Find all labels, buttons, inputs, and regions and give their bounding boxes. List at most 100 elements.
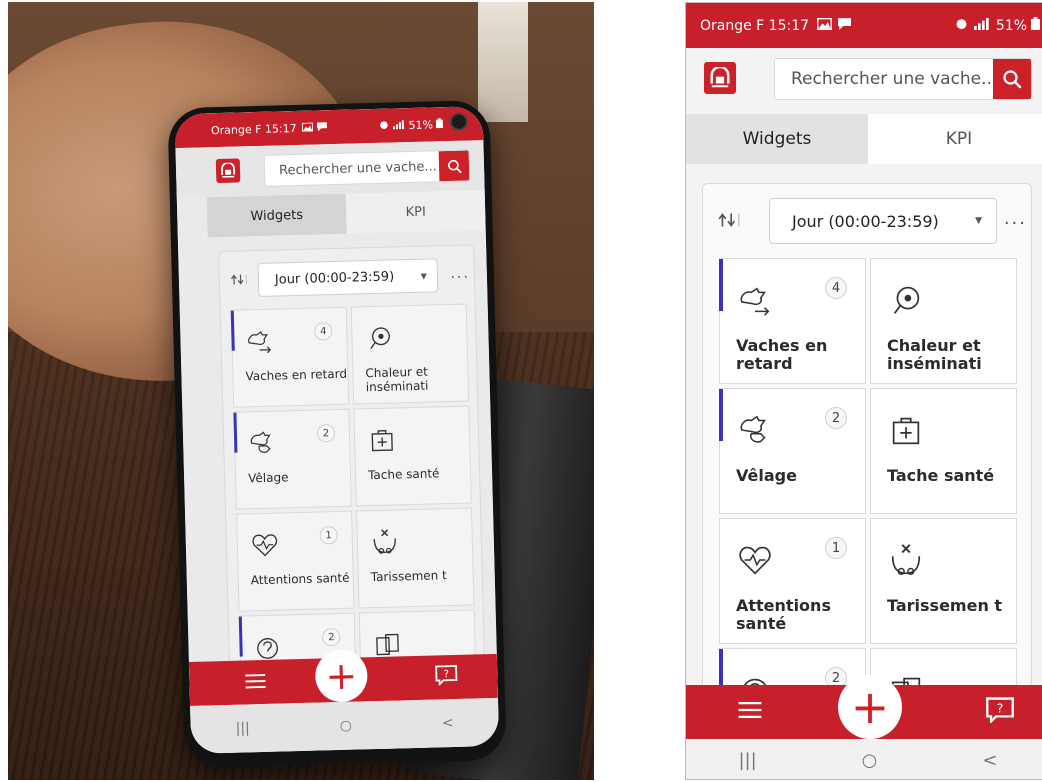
search-box (263, 149, 471, 187)
tile-label: Attentions santé (250, 570, 350, 588)
photo-hand-holding-phone: Orange F 15:17 51% Rechercher une vache.… (8, 2, 594, 780)
search-button[interactable] (438, 150, 470, 182)
menu-icon[interactable] (245, 672, 266, 692)
tile-label: Chaleur et inséminati (365, 364, 429, 395)
message-notification-icon (316, 121, 327, 134)
tile-label: Chaleur et inséminati (887, 336, 982, 374)
nav-home-button[interactable]: ○ (862, 750, 878, 771)
tile-vaches-en-retard[interactable]: 4 Vaches en retard (719, 258, 866, 384)
tile-tache-sante[interactable]: Tache santé (353, 405, 472, 507)
tile-chaleur-insemination[interactable]: Chaleur et inséminati (350, 303, 470, 405)
insemination-icon (893, 286, 920, 314)
search-icon (447, 159, 462, 173)
search-box (774, 58, 1032, 100)
photo-background-light (478, 2, 528, 122)
tab-bar: Widgets KPI (206, 190, 486, 238)
search-row (175, 140, 485, 199)
tile-badge: 2 (322, 627, 341, 647)
nav-back-button[interactable]: < (442, 715, 454, 731)
tile-label: Tarissemen t (370, 568, 447, 585)
cow-arrow-icon (248, 331, 272, 354)
tile-label: Vaches en retard (736, 336, 828, 374)
cards-icon (376, 633, 399, 656)
tile-badge: 2 (825, 407, 847, 429)
tile-label: Tache santé (367, 466, 440, 483)
tile-attentions-sante[interactable]: 1 Attentions santé (236, 510, 355, 612)
cow-arrow-icon (740, 287, 770, 316)
tile-attentions-sante[interactable]: 1 Attentions santé (719, 518, 866, 644)
sort-arrows-icon[interactable] (717, 211, 741, 233)
nav-recent-button[interactable]: ||| (738, 750, 756, 771)
tile-badge: 1 (319, 526, 338, 545)
battery-icon (1031, 17, 1040, 34)
signal-icon (973, 17, 990, 34)
tile-label: Vaches en retard (245, 366, 348, 384)
tile-tarissement[interactable]: Tarissemen t (356, 507, 475, 609)
android-nav-bar: ||| ○ < (686, 739, 1042, 779)
svg-text:?: ? (444, 669, 450, 680)
tile-label: Attentions santé (736, 596, 831, 634)
tile-label: Tarissemen t (887, 596, 1003, 615)
gallery-notification-icon (817, 17, 832, 34)
add-button[interactable]: + (838, 675, 902, 739)
sort-arrows-icon[interactable] (230, 271, 248, 290)
dry-off-udder-icon (891, 544, 921, 576)
search-icon (1003, 70, 1022, 89)
tab-bar: Widgets KPI (686, 114, 1042, 164)
menu-icon[interactable] (738, 702, 762, 722)
nav-recent-button[interactable]: ||| (235, 720, 250, 736)
period-row: Jour (00:00-23:59) ▼ ... (228, 257, 473, 299)
message-notification-icon (838, 17, 852, 34)
widget-grid: 4 Vaches en retard Chaleur et inséminati… (230, 303, 478, 671)
tile-label: Tache santé (887, 466, 995, 485)
heart-pulse-icon (739, 546, 771, 575)
tile-vaches-en-retard[interactable]: 4 Vaches en retard (230, 306, 350, 408)
period-row: Jour (00:00-23:59) ▼ ... (717, 198, 1027, 244)
tab-kpi[interactable]: KPI (345, 190, 486, 234)
period-select[interactable]: Jour (00:00-23:59) ▼ (769, 198, 997, 244)
tile-tache-sante[interactable]: Tache santé (870, 388, 1017, 514)
help-chat-icon[interactable]: ? (986, 697, 1014, 727)
phone-screen: Orange F 15:17 51% Rechercher une vache.… (174, 106, 500, 754)
alarm-icon (955, 17, 968, 34)
heart-pulse-icon (252, 534, 278, 557)
search-button[interactable] (993, 59, 1031, 99)
tab-kpi[interactable]: KPI (868, 114, 1042, 164)
tile-badge: 4 (314, 322, 333, 341)
insemination-icon (370, 327, 390, 349)
tab-widgets[interactable]: Widgets (206, 193, 347, 238)
tile-tarissement[interactable]: Tarissemen t (870, 518, 1017, 644)
app-logo-icon[interactable] (704, 62, 736, 94)
alarm-icon (378, 119, 388, 132)
search-input[interactable] (775, 69, 993, 89)
tab-widgets[interactable]: Widgets (686, 114, 868, 164)
signal-icon (392, 119, 404, 132)
status-bar: Orange F 15:17 51% (686, 3, 1042, 48)
gallery-notification-icon (301, 121, 313, 134)
search-input[interactable] (264, 158, 440, 179)
tile-label: Vêlage (247, 470, 289, 486)
search-row (686, 48, 1042, 114)
battery-icon (435, 117, 444, 131)
tile-velage[interactable]: 2 Vêlage (719, 388, 866, 514)
nav-home-button[interactable]: ○ (340, 718, 353, 734)
calving-icon (250, 431, 271, 453)
period-select[interactable]: Jour (00:00-23:59) ▼ (257, 258, 439, 298)
app-logo-icon[interactable] (215, 158, 241, 184)
more-options-button[interactable]: ... (1004, 208, 1027, 229)
period-select-value: Jour (00:00-23:59) (274, 268, 395, 288)
tile-chaleur-insemination[interactable]: Chaleur et inséminati (870, 258, 1017, 384)
carrier-time: Orange F 15:17 (700, 17, 810, 34)
app-screen-screenshot: Orange F 15:17 51% Rechercher une vache.… (685, 2, 1042, 780)
dry-off-udder-icon (373, 529, 396, 554)
app-screen-photographed: Orange F 15:17 51% Rechercher une vache.… (174, 106, 500, 754)
calving-icon (740, 415, 766, 443)
android-nav-bar: ||| ○ < (190, 697, 500, 754)
widgets-panel: Jour (00:00-23:59) ▼ ... 4 Vaches en ret… (702, 183, 1032, 693)
question-icon (257, 637, 279, 659)
nav-back-button[interactable]: < (982, 750, 997, 771)
tile-velage[interactable]: 2 Vêlage (233, 408, 352, 510)
help-chat-icon[interactable]: ? (435, 665, 458, 690)
more-options-button[interactable]: ... (450, 265, 470, 282)
widget-grid: 4 Vaches en retard Chaleur et inséminati… (719, 258, 1017, 692)
